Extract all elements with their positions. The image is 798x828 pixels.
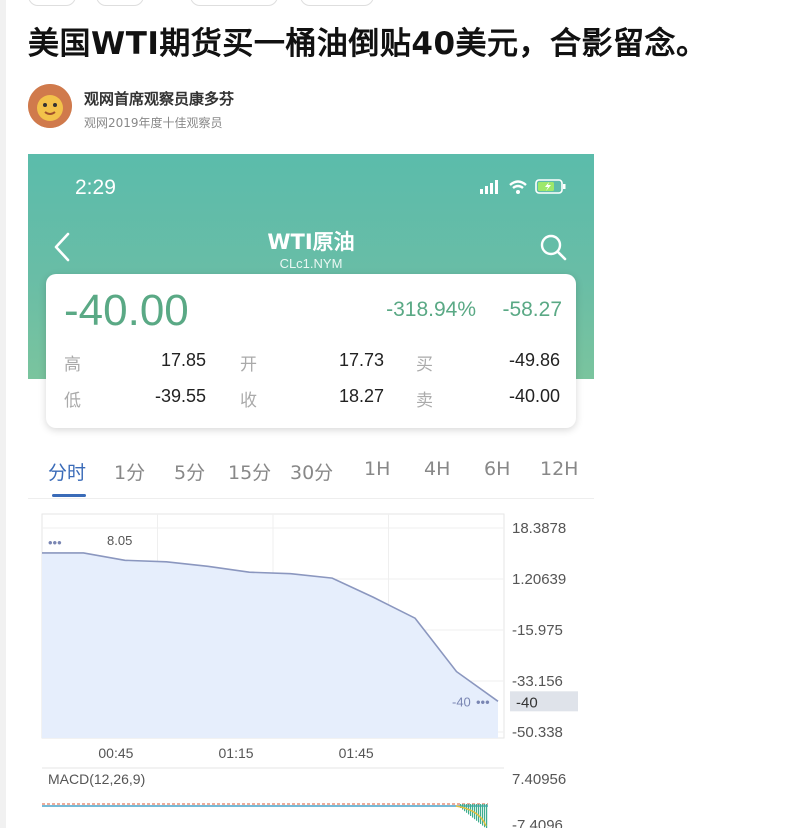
macd-ymin: -7.4096 [512, 817, 563, 828]
stat-value-ask: -40.00 [508, 386, 560, 406]
macd-bar [480, 804, 482, 824]
x-tick-label: 01:45 [339, 745, 374, 761]
wifi-icon [509, 180, 527, 189]
tab-6h[interactable]: 6H [484, 458, 510, 480]
y-tick-label: 18.3878 [512, 520, 566, 537]
last-value-box-label: -40 [516, 694, 538, 711]
macd-bar [486, 804, 488, 828]
last-label: -40 [452, 694, 471, 709]
tab-5m[interactable]: 5分 [174, 458, 205, 485]
stat-label-high: 高 [64, 355, 81, 375]
y-tick-label: 1.20639 [512, 571, 566, 588]
y-tick-label: -15.975 [512, 622, 563, 639]
nav-subtitle: CLc1.NYM [279, 256, 343, 271]
tag-pill-2[interactable] [96, 0, 144, 6]
last-price: -40.00 [64, 286, 189, 335]
status-time: 2:29 [75, 176, 116, 199]
macd-bar [478, 804, 480, 823]
stat-value-low: -39.55 [154, 386, 206, 406]
stat-value-bid: -49.86 [508, 350, 560, 370]
stat-label-open: 开 [240, 355, 257, 375]
stat-value-high: 17.85 [160, 350, 206, 370]
stat-label-low: 低 [64, 391, 81, 411]
article-title: 美国WTI期货买一桶油倒贴40美元，合影留念。 [28, 26, 708, 62]
avatar[interactable] [28, 84, 72, 128]
tab-1h[interactable]: 1H [364, 458, 390, 480]
timeframe-tabs: 分时 1分 5分 15分 30分 1H 4H 6H 12H [28, 454, 594, 500]
tab-12h[interactable]: 12H [540, 458, 578, 480]
author-name[interactable]: 观网首席观察员康多芬 [84, 88, 234, 109]
stat-value-close: 18.27 [338, 386, 384, 406]
tabs-divider [28, 498, 594, 499]
tab-intraday[interactable]: 分时 [48, 458, 86, 485]
tab-1m[interactable]: 1分 [114, 458, 145, 485]
active-tab-indicator [52, 494, 86, 497]
macd-bar [482, 804, 484, 826]
y-tick-label: -33.156 [512, 673, 563, 690]
tab-15m[interactable]: 15分 [228, 458, 271, 485]
y-tick-label: -50.338 [512, 724, 563, 741]
tab-30m[interactable]: 30分 [290, 458, 333, 485]
quote-card: -40.00 -318.94% -58.27 高 17.85 开 17.73 买… [46, 274, 576, 428]
author-subtitle: 观网2019年度十佳观察员 [84, 116, 223, 130]
high-dots: ••• [48, 535, 62, 550]
tag-pill-4[interactable] [300, 0, 374, 6]
change-percent: -318.94% [386, 298, 476, 321]
signal-icon [480, 180, 498, 194]
tab-4h[interactable]: 4H [424, 458, 450, 480]
nav-title: WTI原油 [267, 230, 355, 254]
last-dots: ••• [476, 694, 490, 709]
tag-pill-1[interactable] [28, 0, 76, 6]
battery-icon [535, 179, 566, 194]
macd-label: MACD(12,26,9) [48, 771, 145, 787]
x-tick-label: 00:45 [98, 745, 133, 761]
x-tick-label: 01:15 [219, 745, 254, 761]
stat-label-close: 收 [240, 391, 257, 411]
macd-bar [476, 804, 478, 821]
tag-pill-3[interactable] [190, 0, 278, 6]
change-amount: -58.27 [502, 298, 562, 321]
screenshot-image: 2:29 WTI原油 CLc1.NYM -40.00 -318.94% -58.… [28, 154, 594, 828]
stat-label-ask: 卖 [416, 391, 433, 411]
status-bar-icons [480, 176, 570, 198]
price-chart[interactable]: 18.3878 1.20639 -15.975 -33.156 -50.338 00:45… [28, 502, 594, 828]
high-label: 8.05 [107, 533, 132, 548]
stat-value-open: 17.73 [338, 350, 384, 370]
left-border [0, 0, 6, 828]
macd-ymax: 7.40956 [512, 771, 566, 788]
search-icon[interactable] [538, 232, 568, 262]
stat-label-bid: 买 [416, 355, 433, 375]
